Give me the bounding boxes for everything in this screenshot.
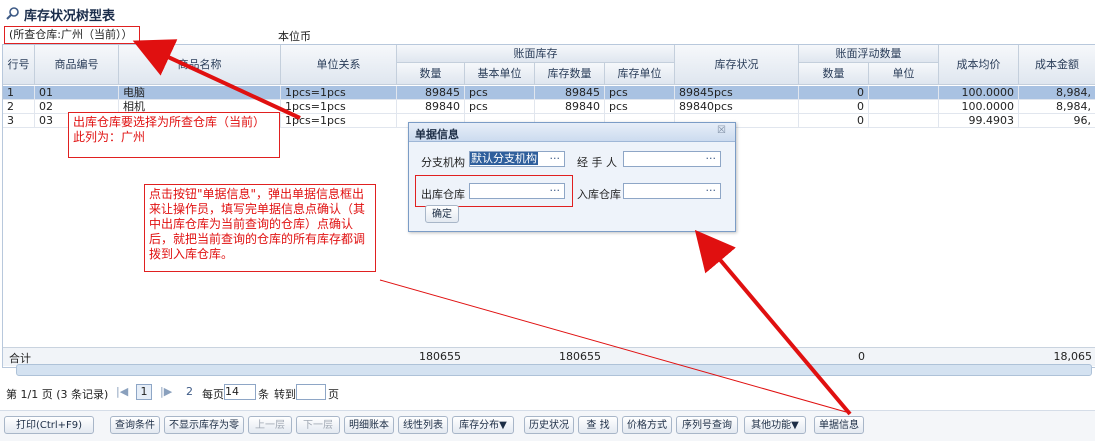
arrow-to-dialog xyxy=(694,229,852,416)
arrow-to-warehouse-label xyxy=(132,39,301,120)
arrow-from-note xyxy=(379,279,847,413)
annotation-arrows xyxy=(132,39,852,416)
